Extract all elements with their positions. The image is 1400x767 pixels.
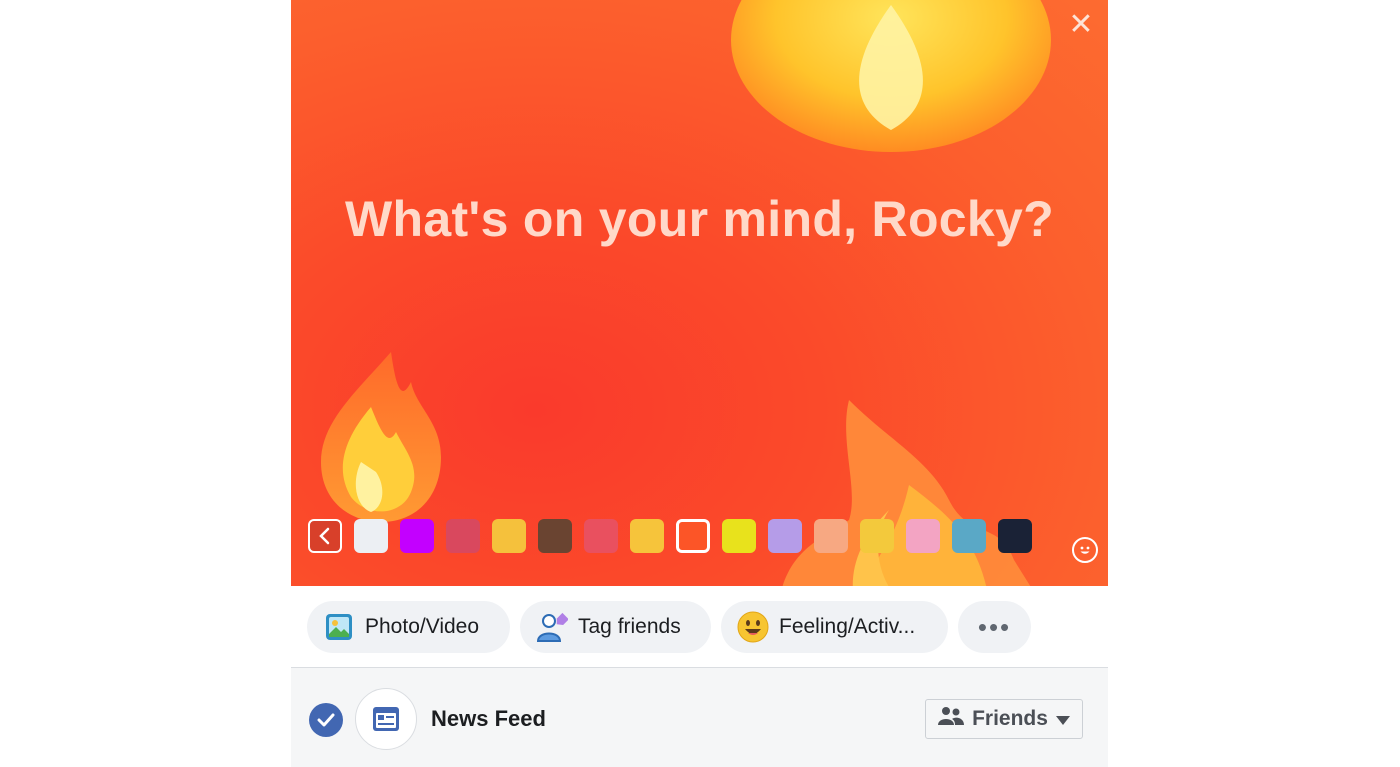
- background-swatch-pink-hearts[interactable]: [584, 519, 618, 553]
- background-swatch-yellow-sticker[interactable]: [492, 519, 526, 553]
- background-swatch-yellow-sticker-2[interactable]: [630, 519, 664, 553]
- background-swatch-yellow-green[interactable]: [722, 519, 756, 553]
- background-swatch-brown[interactable]: [538, 519, 572, 553]
- flame-decoration-left: [321, 352, 441, 522]
- tag-friends-button[interactable]: Tag friends: [520, 601, 711, 653]
- background-picker: [308, 519, 1032, 553]
- news-feed-icon: [355, 688, 417, 750]
- post-composer: ✕ What's on your mind, Rocky? Photo/Vide…: [291, 0, 1108, 767]
- background-swatch-lavender[interactable]: [768, 519, 802, 553]
- status-prompt[interactable]: What's on your mind, Rocky?: [291, 190, 1108, 248]
- photo-icon: [323, 611, 355, 643]
- flame-decoration-top: [731, 0, 1051, 152]
- flame-decoration-right: [782, 400, 1031, 586]
- audience-selector[interactable]: Friends: [925, 699, 1083, 739]
- audience-label: Friends: [972, 707, 1048, 730]
- photo-video-button[interactable]: Photo/Video: [307, 601, 510, 653]
- background-swatch-purple[interactable]: [400, 519, 434, 553]
- checkmark-icon[interactable]: [309, 703, 343, 737]
- more-dots-icon: •••: [977, 611, 1012, 642]
- background-swatch-dark-navy[interactable]: [998, 519, 1032, 553]
- feeling-activity-label: Feeling/Activ...: [779, 615, 916, 638]
- more-options-button[interactable]: •••: [958, 601, 1031, 653]
- background-swatch-peach-leaves[interactable]: [814, 519, 848, 553]
- chevron-left-icon[interactable]: [308, 519, 342, 553]
- smiley-icon: [737, 611, 769, 643]
- friends-icon: [938, 706, 965, 732]
- emoji-icon[interactable]: [1072, 537, 1098, 563]
- background-swatch-teal-mountain[interactable]: [952, 519, 986, 553]
- tag-friends-icon: [536, 611, 568, 643]
- post-canvas[interactable]: ✕ What's on your mind, Rocky?: [291, 0, 1108, 586]
- close-icon[interactable]: ✕: [1068, 10, 1094, 40]
- background-swatch-yellow[interactable]: [860, 519, 894, 553]
- share-destination-row: News Feed Friends: [291, 668, 1108, 767]
- background-swatch-fire-selected[interactable]: [676, 519, 710, 553]
- background-swatch-white[interactable]: [354, 519, 388, 553]
- feeling-activity-button[interactable]: Feeling/Activ...: [721, 601, 948, 653]
- tag-friends-label: Tag friends: [578, 615, 681, 638]
- composer-actions: Photo/Video Tag friends Feeling/Activ...…: [307, 601, 1031, 653]
- news-feed-label: News Feed: [431, 706, 546, 731]
- background-swatch-abstract-pattern[interactable]: [446, 519, 480, 553]
- caret-down-icon: [1055, 707, 1070, 731]
- photo-video-label: Photo/Video: [365, 615, 480, 638]
- background-swatch-pink-pattern[interactable]: [906, 519, 940, 553]
